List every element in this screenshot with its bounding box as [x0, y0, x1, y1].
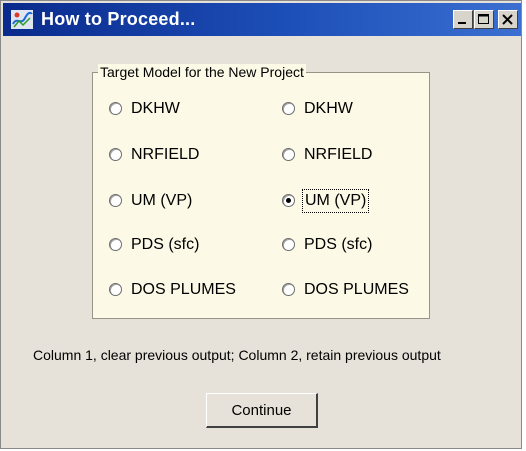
- radio-label: PDS (sfc): [304, 236, 373, 253]
- continue-button[interactable]: Continue: [206, 393, 318, 428]
- radio-circle-selected[interactable]: [282, 194, 295, 207]
- minimize-icon: [458, 22, 466, 24]
- radio-label: UM (VP): [131, 192, 193, 209]
- maximize-button[interactable]: [474, 10, 494, 29]
- maximize-icon: [478, 14, 489, 24]
- radio-label: PDS (sfc): [131, 236, 200, 253]
- radio-label: NRFIELD: [304, 146, 373, 163]
- window-title: How to Proceed...: [41, 9, 196, 29]
- radio-label: NRFIELD: [131, 146, 200, 163]
- close-icon: [502, 14, 513, 25]
- radio-circle[interactable]: [109, 148, 122, 161]
- dialog-window: How to Proceed... Target Model for the N…: [0, 0, 522, 449]
- radio-circle[interactable]: [109, 283, 122, 296]
- group-legend: Target Model for the New Project: [98, 64, 306, 80]
- radio-circle[interactable]: [282, 238, 295, 251]
- column-instructions: Column 1, clear previous output; Column …: [33, 347, 441, 363]
- title-bar[interactable]: How to Proceed...: [3, 3, 521, 36]
- close-button[interactable]: [498, 10, 518, 29]
- radio-label: DOS PLUMES: [304, 281, 409, 298]
- radio-label: DOS PLUMES: [131, 281, 236, 298]
- radio-label: UM (VP): [301, 189, 370, 213]
- radio-circle[interactable]: [109, 238, 122, 251]
- minimize-button[interactable]: [453, 10, 473, 29]
- radio-circle[interactable]: [282, 283, 295, 296]
- radio-label: DKHW: [131, 100, 180, 117]
- radio-circle[interactable]: [109, 102, 122, 115]
- app-icon: [11, 10, 33, 29]
- radio-circle[interactable]: [282, 102, 295, 115]
- radio-circle[interactable]: [282, 148, 295, 161]
- radio-circle[interactable]: [109, 194, 122, 207]
- radio-label: DKHW: [304, 100, 353, 117]
